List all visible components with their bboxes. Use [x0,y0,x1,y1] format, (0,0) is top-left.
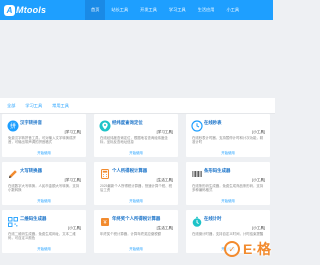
card-description: 在线二维码生成器，免费生成网址、文本二维码，可自定义颜色 [8,232,76,241]
start-link[interactable]: 开始使用 [186,150,270,155]
tax-icon: ¥ [98,215,111,228]
barcode-icon [190,167,203,180]
category-tabs: 全部 学习工具 常用工具 [0,98,275,114]
tool-card[interactable]: 在线秒表 [小工具] 在线秒表计时器，支持暂停计时和计次功能，精准计时 开始使用 [186,114,270,157]
tool-card[interactable]: 条形码生成器 [小工具] 在线条形码生成器，免费生成商品条形码，支持多种编码格式… [186,162,270,205]
svg-text:拼: 拼 [9,122,15,130]
watermark: ✓ E·格 [224,239,271,259]
tool-card[interactable]: ¥ 年终奖个人所得税计算器 [生活工具] 年终奖个税计算器，计算年终奖应缴税额 … [94,210,178,253]
pinyin-icon: 拼 [6,119,19,132]
card-category: [学习工具] [64,178,81,182]
pencil-icon [6,167,19,180]
tool-card[interactable]: 个人所得税计算器 [生活工具] 2025最新个人所得税计算器，快速计算个税、税后… [94,162,178,205]
card-category: [小工具] [252,130,265,134]
start-link[interactable]: 开始使用 [94,246,178,251]
tool-card[interactable]: 拼 汉字转拼音 [学习工具] 免费汉字转拼音工具，可对输入文字转换成拼音，可输出… [2,114,86,157]
tool-card[interactable]: 经纬度查询定位 [学习工具] 在线经纬度查询定位，根据地名查询经纬度坐标，坐标反… [94,114,178,157]
card-title: 个人所得税计算器 [112,168,148,173]
tool-card[interactable]: 二维码生成器 [小工具] 在线二维码生成器，免费生成网址、文本二维码，可自定义颜… [2,210,86,253]
map-pin-icon [98,119,111,132]
qrcode-icon [6,215,19,228]
card-title: 经纬度查询定位 [112,120,143,125]
card-category: [小工具] [252,226,265,230]
card-category: [学习工具] [64,130,81,134]
clock-icon [190,119,203,132]
card-title: 在线秒表 [204,120,222,125]
watermark-check-icon: ✓ [224,241,240,257]
calculator-icon [98,167,111,180]
tab-study-tools[interactable]: 学习工具 [20,103,47,109]
start-link[interactable]: 开始使用 [2,246,86,251]
card-description: 年终奖个税计算器，计算年终奖应缴税额 [100,232,162,236]
nav-item-study-tools[interactable]: 学习工具 [163,0,192,20]
hero-banner [0,20,273,98]
timer-icon [190,215,203,228]
nav-item-home[interactable]: 首页 [85,0,106,20]
card-description: 在线条形码生成器，免费生成商品条形码，支持多种编码格式 [192,184,264,193]
nav-item-life-apps[interactable]: 生活应用 [192,0,221,20]
card-title: 二维码生成器 [20,216,47,221]
card-description: 在线数字大写转换，人民币金额大写转换，支持小数转换 [8,184,80,193]
site-logo[interactable]: A Mtools [4,4,46,16]
card-category: [小工具] [68,226,81,230]
logo-text: Mtools [16,5,47,15]
tab-common-tools[interactable]: 常用工具 [47,103,74,109]
card-description: 免费汉字转拼音工具，可对输入文字转换成拼音，可输出带声调的拼音格式 [8,136,76,145]
card-category: [生活工具] [156,226,173,230]
card-title: 在线计时 [204,216,222,221]
card-category: [学习工具] [156,130,173,134]
start-link[interactable]: 开始使用 [186,198,270,203]
nav-item-dev-tools[interactable]: 开发工具 [134,0,163,20]
start-link[interactable]: 开始使用 [94,150,178,155]
start-link[interactable]: 开始使用 [2,150,86,155]
card-title: 年终奖个人所得税计算器 [112,216,161,221]
tool-card[interactable]: 大写转换器 [学习工具] 在线数字大写转换，人民币金额大写转换，支持小数转换 开… [2,162,86,205]
nav-item-webmaster-tools[interactable]: 站长工具 [105,0,134,20]
card-title: 大写转换器 [20,168,42,173]
tab-all[interactable]: 全部 [2,103,20,109]
card-category: [生活工具] [156,178,173,182]
card-title: 条形码生成器 [204,168,231,173]
start-link[interactable]: 开始使用 [2,198,86,203]
watermark-text: E·格 [243,241,271,257]
card-category: [小工具] [252,178,265,182]
top-navbar: A Mtools 首页 站长工具 开发工具 学习工具 生活应用 小工具 [0,0,273,20]
logo-icon: A [4,4,15,16]
nav-item-small-tools[interactable]: 小工具 [220,0,245,20]
start-link[interactable]: 开始使用 [94,198,178,203]
card-title: 汉字转拼音 [20,120,42,125]
card-description: 在线秒表计时器，支持暂停计时和计次功能，精准计时 [192,136,264,145]
card-description: 在线经纬度查询定位，根据地名查询经纬度坐标，坐标反查地址信息 [100,136,168,145]
main-nav: 首页 站长工具 开发工具 学习工具 生活应用 小工具 [85,0,245,20]
card-description: 2025最新个人所得税计算器，快速计算个税、税后工资 [100,184,172,193]
